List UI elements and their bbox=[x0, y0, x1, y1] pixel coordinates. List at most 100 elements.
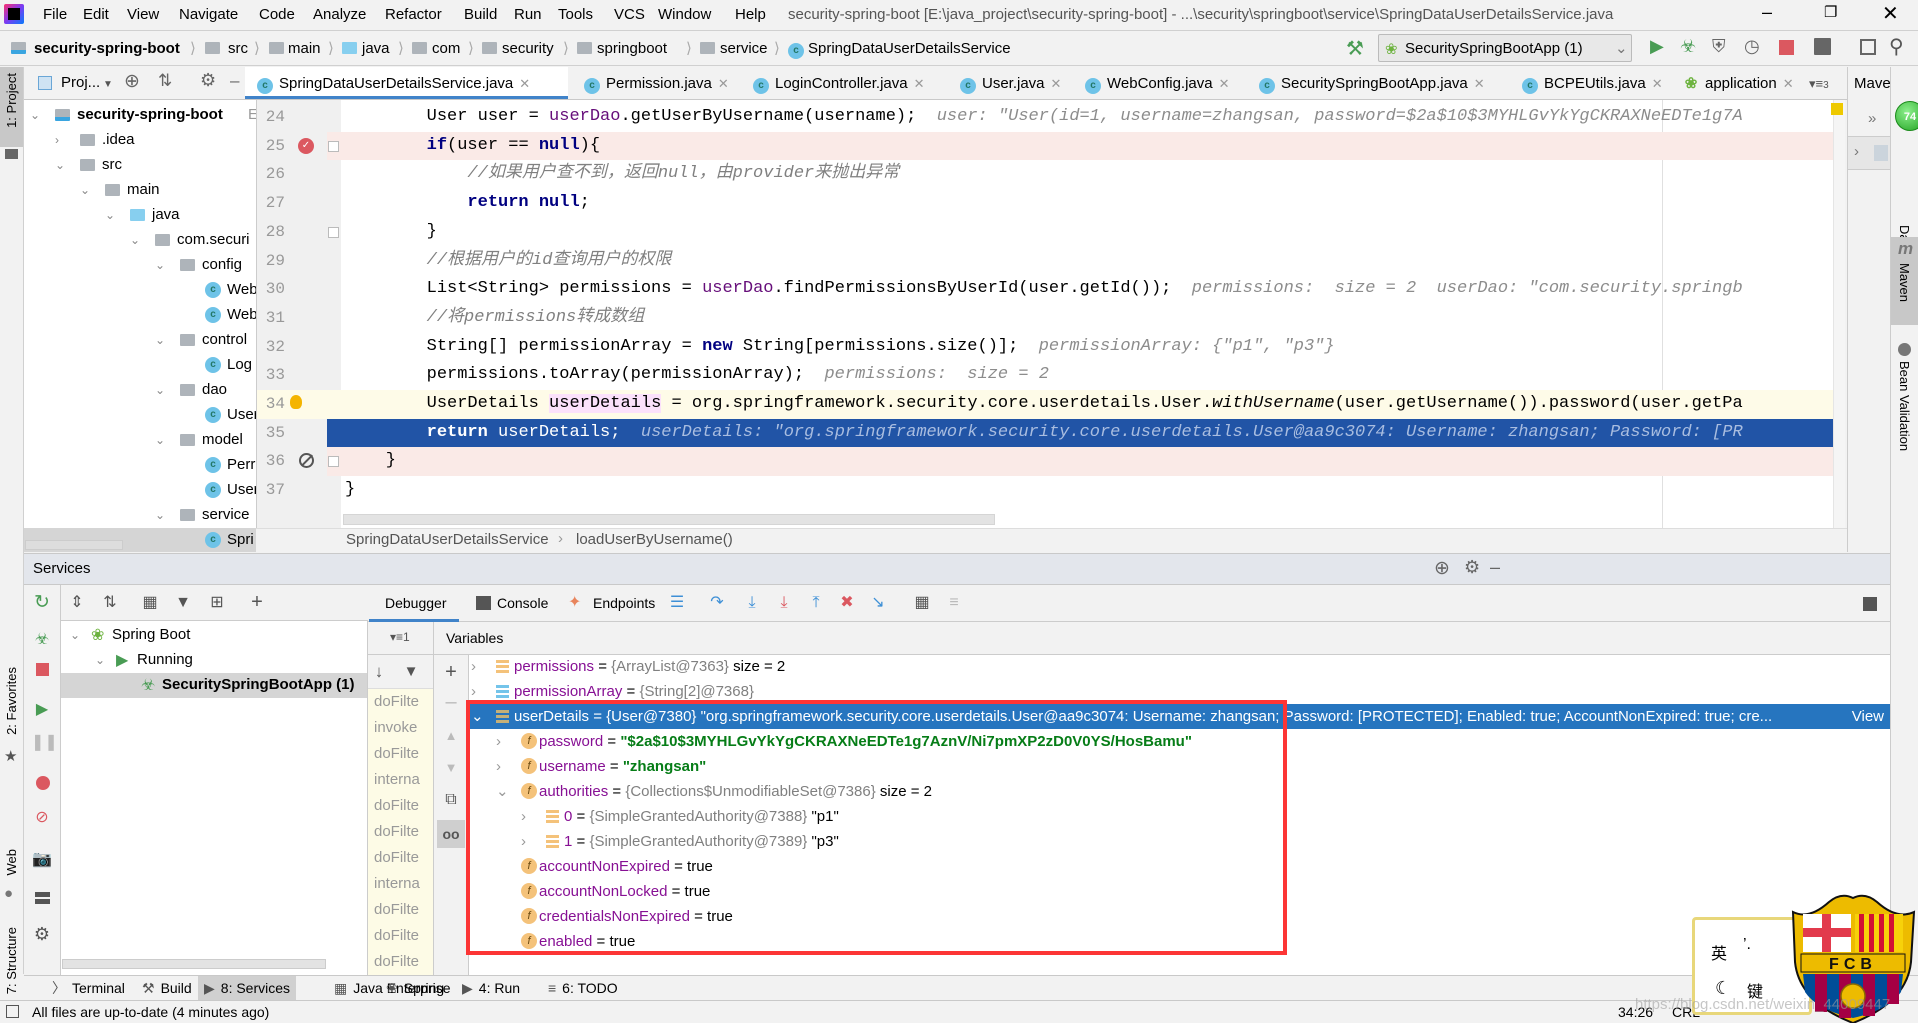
expand-icon[interactable]: » bbox=[1868, 110, 1876, 127]
status-message[interactable]: All files are up-to-date (4 minutes ago) bbox=[32, 1004, 269, 1020]
expand-all-icon[interactable]: ⇕ bbox=[66, 592, 88, 614]
menu-code[interactable]: Code bbox=[259, 6, 295, 23]
layout-settings-icon[interactable] bbox=[1863, 597, 1877, 611]
new-tab-icon[interactable]: ⊞ bbox=[206, 592, 228, 614]
stack-frame[interactable]: doFilte bbox=[374, 689, 419, 715]
tab-endpoints[interactable]: Endpoints bbox=[593, 595, 655, 611]
debug-icon[interactable]: ☣ bbox=[1680, 36, 1696, 57]
gear-icon[interactable]: ⚙ bbox=[1464, 557, 1480, 578]
chevron-down-icon[interactable]: ⌄ bbox=[155, 258, 165, 272]
editor-horizontal-scrollbar[interactable] bbox=[343, 514, 995, 525]
toggle-panel-icon[interactable] bbox=[1860, 39, 1876, 55]
stack-frame[interactable]: doFilte bbox=[374, 845, 419, 871]
tree-item[interactable]: ⌄ com.securi bbox=[24, 228, 256, 253]
profile-icon[interactable]: ◷ bbox=[1744, 36, 1760, 57]
tree-item[interactable]: ⌄ security-spring-boot E:\ bbox=[24, 103, 256, 128]
variable-row[interactable]: › permissions = {ArrayList@7363} size = 2 bbox=[469, 655, 1890, 679]
stack-frame[interactable]: doFilte bbox=[374, 741, 419, 767]
collapse-all-icon[interactable]: ⇅ bbox=[158, 71, 172, 91]
chevron-right-icon[interactable]: › bbox=[55, 133, 59, 147]
menu-window[interactable]: Window bbox=[658, 6, 711, 23]
breadcrumb-com[interactable]: com bbox=[432, 40, 460, 57]
resume-icon[interactable]: ▶ bbox=[31, 699, 53, 721]
structure-tool-label[interactable]: 7: Structure bbox=[4, 927, 19, 994]
fold-marker-icon[interactable] bbox=[328, 456, 339, 468]
tool-tab-6-todo[interactable]: ≡ 6: TODO bbox=[542, 976, 624, 1000]
code-editor[interactable]: User user = userDao.getUserByUsername(us… bbox=[341, 100, 1835, 528]
services-horizontal-scrollbar[interactable] bbox=[62, 959, 326, 969]
filter-icon[interactable]: ▼ bbox=[400, 661, 422, 683]
coverage-icon[interactable]: ⛨ bbox=[1712, 36, 1726, 57]
chevron-down-icon[interactable]: ⌄ bbox=[95, 653, 105, 667]
tool-tab-spring[interactable]: ❀ Spring bbox=[380, 976, 450, 1000]
search-icon[interactable]: ⚲ bbox=[1889, 34, 1904, 59]
menu-run[interactable]: Run bbox=[514, 6, 542, 23]
project-view-selector[interactable]: Proj... ▼ bbox=[61, 74, 113, 91]
ime-punctuation[interactable]: ’. bbox=[1743, 936, 1751, 954]
breadcrumb-class[interactable]: SpringDataUserDetailsService bbox=[346, 531, 549, 548]
chevron-down-icon[interactable]: ⌄ bbox=[496, 779, 509, 804]
stop-icon[interactable] bbox=[1779, 40, 1794, 55]
move-up-icon[interactable]: ▲ bbox=[440, 725, 462, 747]
run-config-dropdown[interactable]: ❀ SecuritySpringBootApp (1) ⌄ bbox=[1378, 34, 1632, 62]
close-tab-icon[interactable]: ✕ bbox=[519, 76, 530, 91]
tree-item[interactable]: ⌄ java bbox=[24, 203, 256, 228]
variable-row[interactable]: f accountNonLocked = true bbox=[469, 879, 1890, 904]
minimize-button[interactable]: – bbox=[1762, 2, 1772, 23]
chevron-down-icon[interactable]: ⌄ bbox=[155, 508, 165, 522]
chevron-down-icon[interactable]: ⌄ bbox=[155, 433, 165, 447]
locate-icon[interactable]: ⊕ bbox=[1434, 557, 1450, 580]
debug-icon[interactable]: ☣ bbox=[31, 629, 53, 651]
breadcrumb-main[interactable]: main bbox=[288, 40, 321, 57]
ime-language[interactable]: 英 bbox=[1711, 940, 1727, 964]
chevron-right-icon[interactable]: › bbox=[521, 829, 526, 854]
tab-securityspringbootapp-java[interactable]: c SecuritySpringBootApp.java ✕ bbox=[1247, 67, 1506, 99]
chevron-right-icon[interactable]: › bbox=[521, 804, 526, 829]
settings-icon[interactable]: ⚙ bbox=[31, 923, 53, 945]
chevron-down-icon[interactable]: ⌄ bbox=[30, 108, 40, 122]
project-structure-icon[interactable] bbox=[1814, 38, 1831, 55]
tab-permission-java[interactable]: c Permission.java ✕ bbox=[572, 67, 739, 99]
hide-panel-icon[interactable]: – bbox=[1490, 557, 1500, 578]
evaluate-expression-icon[interactable]: ▦ bbox=[911, 592, 933, 614]
tab-bcpeutils-java[interactable]: c BCPEUtils.java ✕ bbox=[1510, 67, 1665, 99]
run-icon[interactable]: ▶ bbox=[1650, 36, 1664, 57]
copy-icon[interactable]: ⧉ bbox=[440, 789, 462, 811]
stack-frame[interactable]: interna bbox=[374, 767, 420, 793]
variable-row[interactable]: › f password = "$2a$10$3MYHLGvYkYgCKRAXNeE… bbox=[469, 729, 1890, 754]
remove-watch-icon[interactable]: – bbox=[440, 691, 462, 713]
tab-console[interactable]: Console bbox=[497, 595, 548, 611]
tree-item[interactable]: ⌄ src bbox=[24, 153, 256, 178]
tab-debugger[interactable]: Debugger bbox=[369, 585, 459, 622]
tree-item[interactable]: ⌄ model bbox=[24, 428, 256, 453]
stop-icon[interactable] bbox=[36, 663, 49, 676]
status-toggle-icon[interactable] bbox=[6, 1005, 19, 1018]
menu-help[interactable]: Help bbox=[735, 6, 766, 23]
tree-item[interactable]: ⌄ service bbox=[24, 503, 256, 528]
step-out-icon[interactable]: ⤒ bbox=[805, 592, 827, 614]
force-step-into-icon[interactable]: ⤓ bbox=[773, 592, 795, 614]
trace-stream-icon[interactable]: ≡ bbox=[943, 592, 965, 614]
menu-analyze[interactable]: Analyze bbox=[313, 6, 366, 23]
variable-row[interactable]: › 1 = {SimpleGrantedAuthority@7389} "p3" bbox=[469, 829, 1890, 854]
memory-indicator-badge[interactable]: 74 bbox=[1895, 101, 1918, 131]
variable-row[interactable]: ⌄ f authorities = {Collections$Unmodifiabl… bbox=[469, 779, 1890, 804]
variable-row[interactable]: ⌄ userDetails = {User@7380} "org.springfr… bbox=[469, 704, 1890, 729]
down-arrow-icon[interactable]: ↓ bbox=[368, 661, 390, 683]
breadcrumb-security[interactable]: security bbox=[502, 40, 554, 57]
favorites-tool-label[interactable]: 2: Favorites bbox=[4, 667, 19, 735]
tree-item[interactable]: c Web bbox=[24, 278, 256, 303]
variable-row[interactable]: › permissionArray = {String[2]@7368} bbox=[469, 679, 1890, 704]
group-by-icon[interactable]: ▦ bbox=[139, 592, 161, 614]
variable-row[interactable]: › 0 = {SimpleGrantedAuthority@7388} "p1" bbox=[469, 804, 1890, 829]
breadcrumb-springboot[interactable]: springboot bbox=[597, 40, 667, 57]
service-item[interactable]: ☣ SecuritySpringBootApp (1) bbox=[61, 673, 367, 698]
build-hammer-icon[interactable]: ⚒ bbox=[1346, 36, 1364, 61]
more-tabs-button[interactable]: ▾≡3 bbox=[1809, 76, 1829, 92]
close-tab-icon[interactable]: ✕ bbox=[1474, 76, 1485, 91]
stack-frame[interactable]: doFilte bbox=[374, 923, 419, 949]
intention-bulb-icon[interactable] bbox=[290, 395, 302, 409]
view-link[interactable]: View bbox=[1852, 704, 1884, 729]
thread-selector[interactable]: ▾≡1 bbox=[390, 630, 410, 644]
close-tab-icon[interactable]: ✕ bbox=[914, 76, 925, 91]
